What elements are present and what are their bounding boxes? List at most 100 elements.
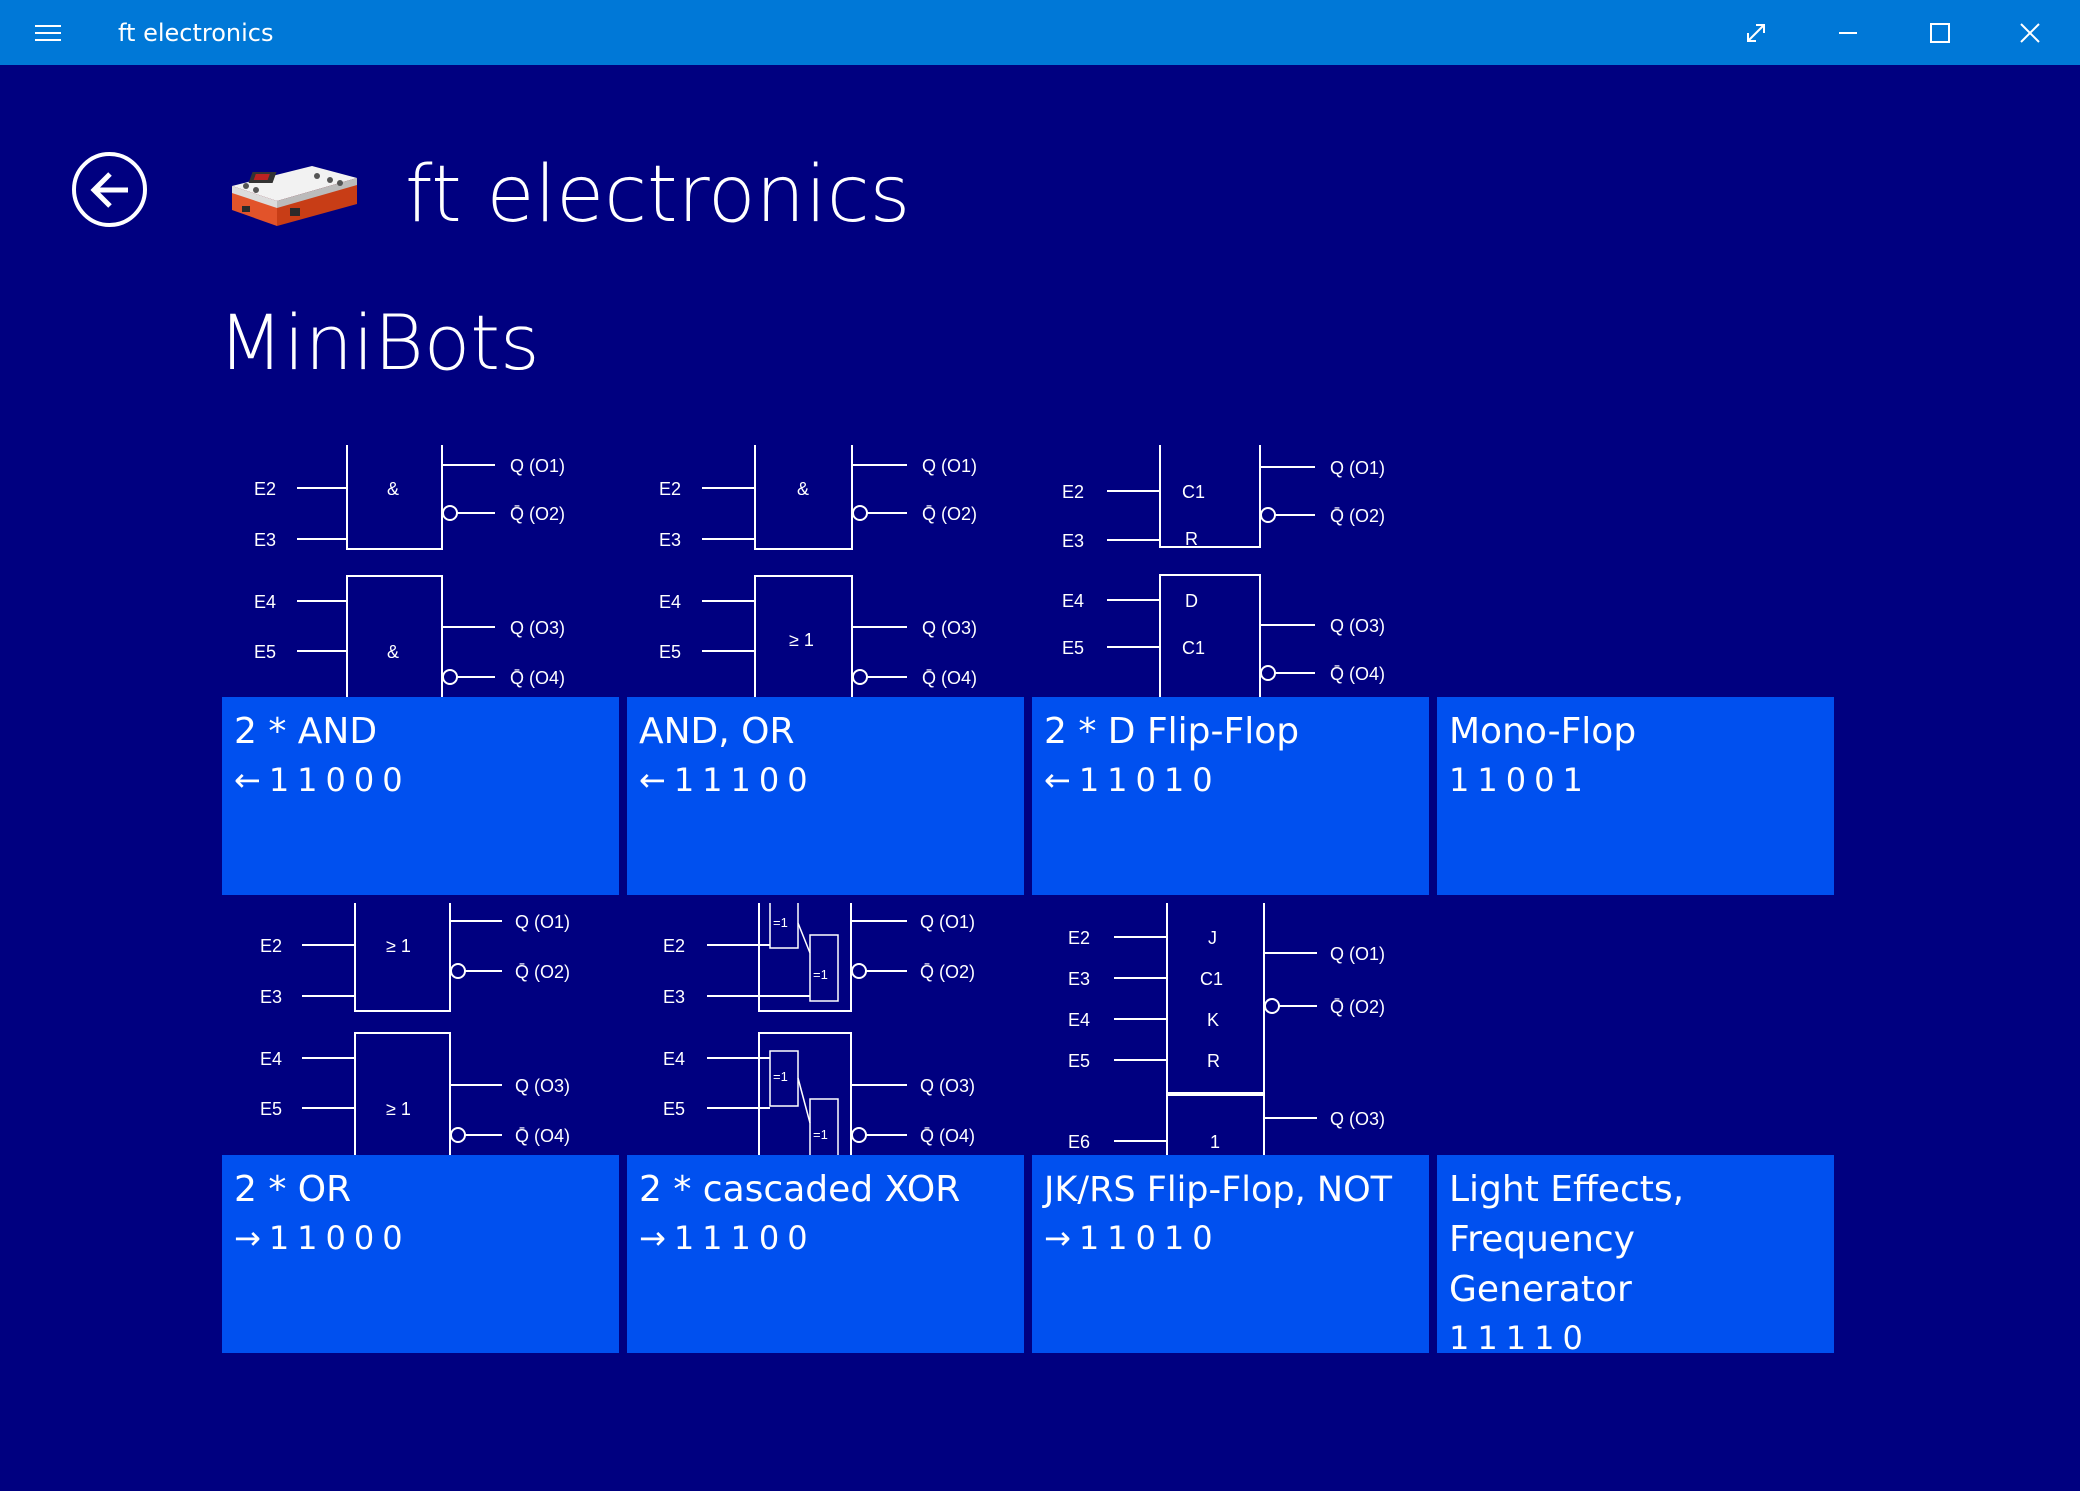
gate-pin: J xyxy=(1208,928,1217,948)
maximize-icon xyxy=(1930,22,1950,43)
output-label: Q̄ (O2) xyxy=(920,962,975,982)
output-label: Q (O1) xyxy=(1330,458,1385,478)
gate-symbol: & xyxy=(387,479,399,499)
output-label: Q̄ (O2) xyxy=(1330,506,1385,526)
circuit-diagram: E2 E3 E4 E5 C1 R D C1 Q (O1) Q̄ (O2) Q (… xyxy=(1032,445,1429,697)
output-label: Q̄ (O4) xyxy=(1330,664,1385,684)
tile-code: ←11100 xyxy=(639,761,816,799)
gate-pin: D xyxy=(1185,591,1198,611)
tile-caption: AND, OR ←11100 xyxy=(627,697,1024,895)
output-label: Q̄ (O2) xyxy=(510,504,565,524)
input-label: E6 xyxy=(1068,1132,1090,1152)
output-label: Q̄ (O4) xyxy=(920,1126,975,1146)
input-label: E4 xyxy=(663,1049,685,1069)
tile-caption: Mono-Flop 11001 xyxy=(1437,697,1834,895)
circuit-diagram: E2 E3 E4 E5 ≥ 1 ≥ 1 Q (O1) Q̄ (O2) Q (O3… xyxy=(222,903,619,1155)
tile-caption: JK/RS Flip-Flop, NOT →11010 xyxy=(1032,1155,1429,1353)
input-label: E2 xyxy=(260,936,282,956)
circuit-diagram: E2 E3 E4 E5 =1 =1 =1 =1 Q (O1) Q̄ (O2) Q… xyxy=(627,903,1024,1155)
input-label: E4 xyxy=(260,1049,282,1069)
gate-symbol: =1 xyxy=(813,1127,828,1142)
hamburger-menu-button[interactable] xyxy=(0,0,96,65)
tile-code: →11010 xyxy=(1044,1219,1221,1257)
input-label: E5 xyxy=(663,1099,685,1119)
tile-code: →11100 xyxy=(639,1219,816,1257)
gate-symbol: ≥ 1 xyxy=(386,1099,411,1119)
input-label: E3 xyxy=(1062,531,1084,551)
output-label: Q (O1) xyxy=(920,912,975,932)
gate-pin: C1 xyxy=(1200,969,1223,989)
fullscreen-button[interactable] xyxy=(1704,0,1808,65)
minimize-button[interactable] xyxy=(1796,0,1900,65)
gate-symbol: =1 xyxy=(773,1069,788,1084)
tile-caption: 2 * AND ←11000 xyxy=(222,697,619,895)
gate-symbol: =1 xyxy=(813,967,828,982)
tile-name: 2 * OR xyxy=(234,1169,352,1210)
output-label: Q (O3) xyxy=(1330,1109,1385,1129)
gate-pin: R xyxy=(1185,529,1198,549)
circuit-diagram: E2 E3 E4 E5 E6 J C1 K R 1 Q (O1) Q̄ (O2)… xyxy=(1032,903,1429,1155)
circuit-diagram: E2 E3 E4 E5 & & Q (O1) Q̄ (O2) Q (O3) Q̄… xyxy=(222,445,619,697)
input-label: E5 xyxy=(659,642,681,662)
output-label: Q (O1) xyxy=(1330,944,1385,964)
gate-symbol: =1 xyxy=(773,915,788,930)
input-label: E3 xyxy=(659,530,681,550)
gate-pin: K xyxy=(1207,1010,1219,1030)
circuit-diagram: E2 E3 E4 E5 & ≥ 1 Q (O1) Q̄ (O2) Q (O3) … xyxy=(627,445,1024,697)
input-label: E2 xyxy=(659,479,681,499)
output-label: Q (O1) xyxy=(510,456,565,476)
input-label: E3 xyxy=(254,530,276,550)
input-label: E5 xyxy=(254,642,276,662)
tile-code: ←11010 xyxy=(1044,761,1221,799)
output-label: Q̄ (O4) xyxy=(510,668,565,688)
input-label: E3 xyxy=(663,987,685,1007)
gate-pin: C1 xyxy=(1182,638,1205,658)
output-label: Q̄ (O4) xyxy=(922,668,977,688)
output-label: Q̄ (O2) xyxy=(515,962,570,982)
input-label: E5 xyxy=(260,1099,282,1119)
close-icon xyxy=(2020,22,2040,43)
close-button[interactable] xyxy=(1980,0,2080,65)
hamburger-icon xyxy=(35,24,61,41)
tile-code: →11000 xyxy=(234,1219,411,1257)
back-arrow-icon xyxy=(89,171,128,208)
tile-name: AND, OR xyxy=(639,711,795,752)
gate-symbol: ≥ 1 xyxy=(386,936,411,956)
output-label: Q̄ (O2) xyxy=(1330,997,1385,1017)
section-title: MiniBots xyxy=(218,298,540,387)
output-label: Q (O3) xyxy=(922,618,977,638)
gate-symbol: & xyxy=(797,479,809,499)
input-label: E3 xyxy=(260,987,282,1007)
input-label: E2 xyxy=(254,479,276,499)
ft-electronics-module-logo xyxy=(232,166,357,226)
tile-name: JK/RS Flip-Flop, NOT xyxy=(1044,1170,1393,1210)
window-title: ft electronics xyxy=(118,19,274,47)
title-bar: ft electronics xyxy=(0,0,2080,65)
tile-code: 11001 xyxy=(1449,761,1591,799)
input-label: E3 xyxy=(1068,969,1090,989)
tile-name: Mono-Flop xyxy=(1449,711,1637,752)
input-label: E2 xyxy=(1068,928,1090,948)
back-button[interactable] xyxy=(72,152,147,227)
gate-pin: C1 xyxy=(1182,482,1205,502)
input-label: E4 xyxy=(1062,591,1084,611)
app-title: ft electronics xyxy=(405,150,911,240)
input-label: E5 xyxy=(1062,638,1084,658)
tile-caption: 2 * cascaded XOR →11100 xyxy=(627,1155,1024,1353)
tile-code: ←11000 xyxy=(234,761,411,799)
gate-symbol: ≥ 1 xyxy=(789,630,814,650)
input-label: E4 xyxy=(659,592,681,612)
output-label: Q (O3) xyxy=(1330,616,1385,636)
gate-pin: R xyxy=(1207,1051,1220,1071)
output-label: Q (O3) xyxy=(920,1076,975,1096)
output-label: Q (O3) xyxy=(510,618,565,638)
maximize-button[interactable] xyxy=(1888,0,1992,65)
tile-caption: Light Effects, Frequency Generator 11110 xyxy=(1437,1155,1834,1357)
tile-caption: 2 * OR →11000 xyxy=(222,1155,619,1353)
tile-name: 2 * AND xyxy=(234,711,378,752)
tile-name: 2 * cascaded XOR xyxy=(639,1169,961,1210)
tile-name: Light Effects, Frequency Generator xyxy=(1449,1169,1685,1310)
output-label: Q (O1) xyxy=(515,912,570,932)
tile-code: 11110 xyxy=(1449,1319,1591,1357)
output-label: Q̄ (O2) xyxy=(922,504,977,524)
